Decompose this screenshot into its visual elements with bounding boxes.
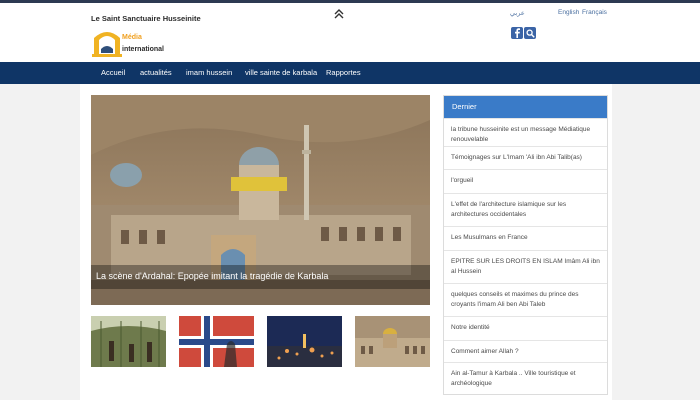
sidebar-item-label: Comment aimer Allah ? bbox=[451, 348, 519, 355]
sidebar-item-label: Témoignages sur L'Imam 'Ali ibn Abi Tali… bbox=[451, 154, 582, 161]
sidebar-item-label: quelques conseils et maximes du prince d… bbox=[451, 291, 579, 308]
thumbnail-image bbox=[355, 316, 430, 367]
sidebar-item[interactable]: la tribune husseinite est un message Méd… bbox=[444, 118, 607, 147]
lang-english[interactable]: English bbox=[558, 9, 579, 16]
lang-francais[interactable]: Français bbox=[582, 9, 607, 16]
site-header: Le Saint Sanctuaire Husseinite Média int… bbox=[0, 3, 700, 62]
nav-item-ville-sainte[interactable]: ville sainte de karbala bbox=[245, 68, 317, 77]
thumbnail-1[interactable] bbox=[91, 316, 166, 367]
latest-sidebar: Dernier la tribune husseinite est un mes… bbox=[443, 95, 608, 395]
search-icon[interactable] bbox=[524, 27, 536, 39]
sidebar-item[interactable]: quelques conseils et maximes du prince d… bbox=[444, 283, 607, 317]
sidebar-title: Dernier bbox=[452, 102, 477, 111]
thumbnail-image bbox=[267, 316, 342, 367]
hero-caption[interactable]: La scène d'Ardahal: Epopée imitant la tr… bbox=[96, 271, 328, 281]
lang-arabic[interactable]: عربي bbox=[510, 9, 525, 17]
sidebar-item[interactable]: L'effet de l'architecture islamique sur … bbox=[444, 193, 607, 227]
sidebar-item-label: Notre identité bbox=[451, 324, 490, 331]
sidebar-item[interactable]: EPITRE SUR LES DROITS EN ISLAM Imâm Ali … bbox=[444, 250, 607, 284]
sidebar-item-label: Les Musulmans en France bbox=[451, 234, 528, 241]
logo-text-media: Média bbox=[122, 34, 142, 41]
logo-icon[interactable] bbox=[90, 24, 162, 60]
site-title[interactable]: Le Saint Sanctuaire Husseinite bbox=[91, 14, 201, 23]
nav-item-imam-hussein[interactable]: imam hussein bbox=[186, 68, 232, 77]
main-navigation: Accueil actualités imam hussein ville sa… bbox=[0, 62, 700, 84]
sidebar-item-label: l'orgueil bbox=[451, 177, 474, 184]
sidebar-item[interactable]: Notre identité bbox=[444, 316, 607, 341]
sidebar-header: Dernier bbox=[444, 96, 607, 118]
thumbnail-image bbox=[179, 316, 254, 367]
thumbnail-image bbox=[91, 316, 166, 367]
facebook-icon[interactable] bbox=[511, 27, 523, 39]
thumbnail-4[interactable] bbox=[355, 316, 430, 367]
sidebar-item[interactable]: Comment aimer Allah ? bbox=[444, 340, 607, 363]
sidebar-item[interactable]: Ain al-Tamur à Karbala .. Ville touristi… bbox=[444, 362, 607, 395]
nav-item-rapportes[interactable]: Rapportes bbox=[326, 68, 361, 77]
hero-slider[interactable]: La scène d'Ardahal: Epopée imitant la tr… bbox=[91, 95, 430, 305]
nav-item-actualites[interactable]: actualités bbox=[140, 68, 172, 77]
sidebar-item[interactable]: Les Musulmans en France bbox=[444, 226, 607, 251]
hero-caption-bar: La scène d'Ardahal: Epopée imitant la tr… bbox=[91, 265, 430, 289]
sidebar-item-label: la tribune husseinite est un message Méd… bbox=[451, 126, 591, 143]
chevron-double-up-icon[interactable] bbox=[333, 8, 345, 20]
logo-text-international: international bbox=[122, 46, 165, 53]
sidebar-item[interactable]: l'orgueil bbox=[444, 169, 607, 194]
sidebar-item-label: Ain al-Tamur à Karbala .. Ville touristi… bbox=[451, 370, 576, 387]
sidebar-item-label: EPITRE SUR LES DROITS EN ISLAM Imâm Ali … bbox=[451, 258, 600, 275]
sidebar-item-label: L'effet de l'architecture islamique sur … bbox=[451, 201, 567, 218]
sidebar-item[interactable]: Témoignages sur L'Imam 'Ali ibn Abi Tali… bbox=[444, 146, 607, 170]
nav-item-accueil[interactable]: Accueil bbox=[101, 68, 125, 77]
thumbnail-2[interactable] bbox=[179, 316, 254, 367]
thumbnail-3[interactable] bbox=[267, 316, 342, 367]
